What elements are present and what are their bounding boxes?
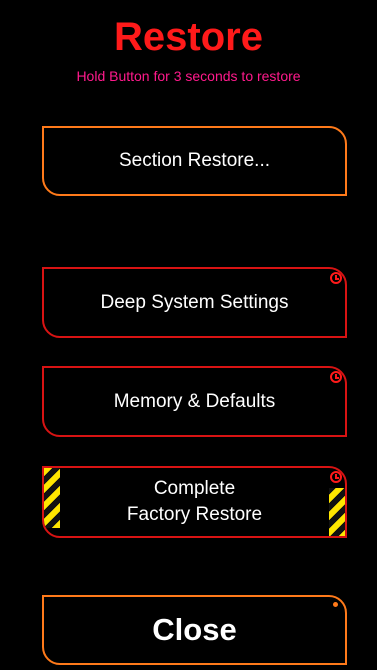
memory-defaults-label: Memory & Defaults — [113, 390, 276, 412]
clock-icon — [330, 471, 342, 483]
close-button[interactable]: Close — [42, 595, 347, 665]
section-restore-label: Section Restore... — [118, 150, 271, 171]
clock-icon — [330, 272, 342, 284]
memory-defaults-button[interactable]: Memory & Defaults — [42, 366, 347, 437]
factory-restore-label: Complete Factory Restore — [126, 478, 263, 525]
deep-system-settings-button[interactable]: Deep System Settings — [42, 267, 347, 338]
close-label: Close — [152, 612, 237, 647]
factory-restore-button[interactable]: Complete Factory Restore — [42, 466, 347, 538]
page-subtitle: Hold Button for 3 seconds to restore — [76, 68, 301, 84]
deep-system-settings-label: Deep System Settings — [100, 291, 289, 313]
page-title: Restore — [114, 15, 263, 59]
section-restore-button[interactable]: Section Restore... — [42, 126, 347, 196]
hazard-stripe-icon — [44, 468, 60, 528]
clock-icon — [330, 371, 342, 383]
hazard-stripe-icon — [329, 488, 345, 536]
dot-icon — [333, 602, 338, 607]
